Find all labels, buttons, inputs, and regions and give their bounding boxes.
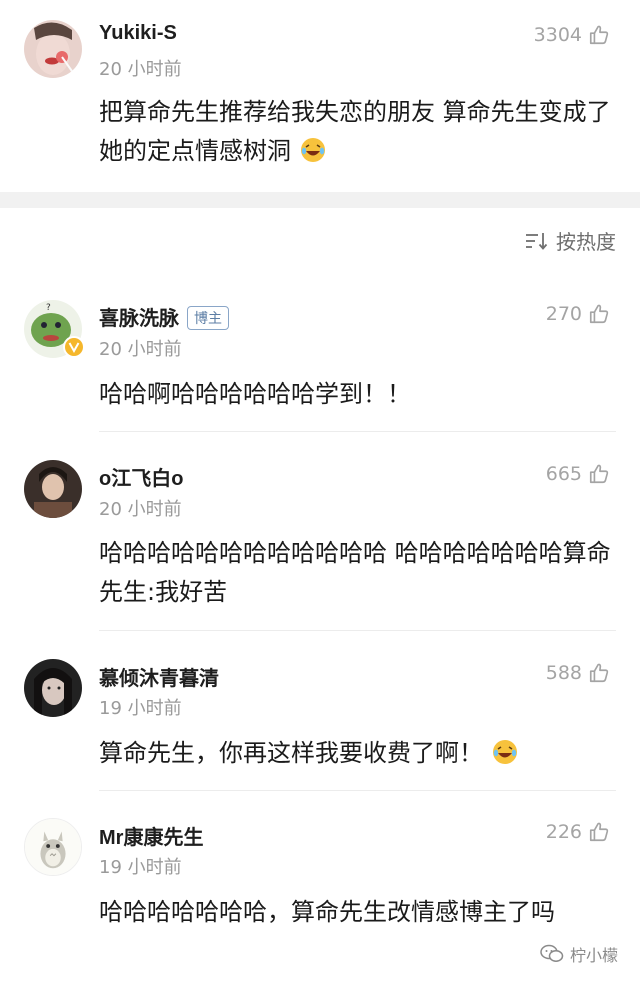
comment-divider — [99, 630, 616, 631]
thumbs-up-icon — [589, 663, 609, 683]
comment-text: 把算命先生推荐给我失恋的朋友 算命先生变成了她的定点情感树洞 — [99, 93, 616, 176]
sort-by-hot-button[interactable]: 按热度 — [524, 226, 616, 255]
like-button[interactable]: 665 — [546, 463, 610, 485]
comment-time: 19 小时前 — [99, 857, 182, 878]
comment-text-content: 算命先生，你再这样我要收费了啊！ — [99, 739, 483, 767]
section-separator — [0, 192, 640, 208]
comment-text: 哈哈哈哈哈哈哈哈哈哈哈哈 哈哈哈哈哈哈哈算命先生:我好苦 — [99, 539, 611, 606]
comment-text-content: 把算命先生推荐给我失恋的朋友 算命先生变成了她的定点情感树洞 — [99, 98, 611, 165]
comment-text: 哈哈哈哈哈哈哈，算命先生改情感博主了吗 — [99, 898, 555, 926]
sort-label: 按热度 — [556, 230, 616, 254]
thumbs-up-icon — [589, 822, 609, 842]
author-badge: 博主 — [187, 306, 229, 330]
comment-divider — [99, 790, 616, 791]
laughing-crying-emoji-icon — [491, 738, 519, 778]
comment-author-name[interactable]: Mr康康先生 — [99, 821, 203, 850]
sort-icon — [526, 232, 548, 250]
totoro-avatar[interactable] — [24, 818, 82, 876]
like-count: 588 — [545, 662, 582, 684]
like-button[interactable]: 270 — [546, 303, 610, 325]
verified-v-icon — [63, 336, 85, 358]
thumbs-up-icon — [589, 25, 609, 45]
watermark-text: 柠小檬 — [569, 946, 618, 965]
like-count: 665 — [545, 463, 582, 485]
comment-time: 20 小时前 — [99, 59, 182, 80]
wechat-icon — [540, 944, 564, 962]
source-watermark: 柠小檬 — [540, 942, 618, 966]
thumbs-up-icon — [589, 304, 609, 324]
comment-time: 19 小时前 — [99, 698, 182, 719]
like-count: 270 — [545, 303, 582, 325]
like-count: 3304 — [533, 24, 582, 46]
like-button[interactable]: 226 — [546, 821, 610, 843]
comment-divider — [99, 431, 616, 432]
comment-text: 哈哈啊哈哈哈哈哈哈学到！！ — [99, 380, 411, 408]
author-name-text: 喜脉洗脉 — [99, 308, 179, 330]
comment-author-name[interactable]: 喜脉洗脉 博主 — [99, 302, 229, 331]
comment-author-name[interactable]: 慕倾沐青暮清 — [99, 662, 219, 691]
comment-time: 20 小时前 — [99, 499, 182, 520]
comment-text: 算命先生，你再这样我要收费了啊！ — [99, 734, 616, 778]
comment-author-name[interactable]: o江飞白o — [99, 462, 183, 491]
svg-text:?: ? — [46, 303, 51, 313]
like-button[interactable]: 588 — [546, 662, 610, 684]
lollipop-photo-avatar[interactable] — [24, 20, 82, 78]
dark-hair-avatar[interactable] — [24, 659, 82, 717]
like-button[interactable]: 3304 — [534, 24, 610, 46]
like-count: 226 — [545, 821, 582, 843]
portrait-photo-avatar[interactable] — [24, 460, 82, 518]
comment-author-name[interactable]: Yukiki-S — [99, 22, 177, 45]
thumbs-up-icon — [589, 464, 609, 484]
comment-time: 20 小时前 — [99, 339, 182, 360]
laughing-crying-emoji-icon — [299, 136, 327, 176]
